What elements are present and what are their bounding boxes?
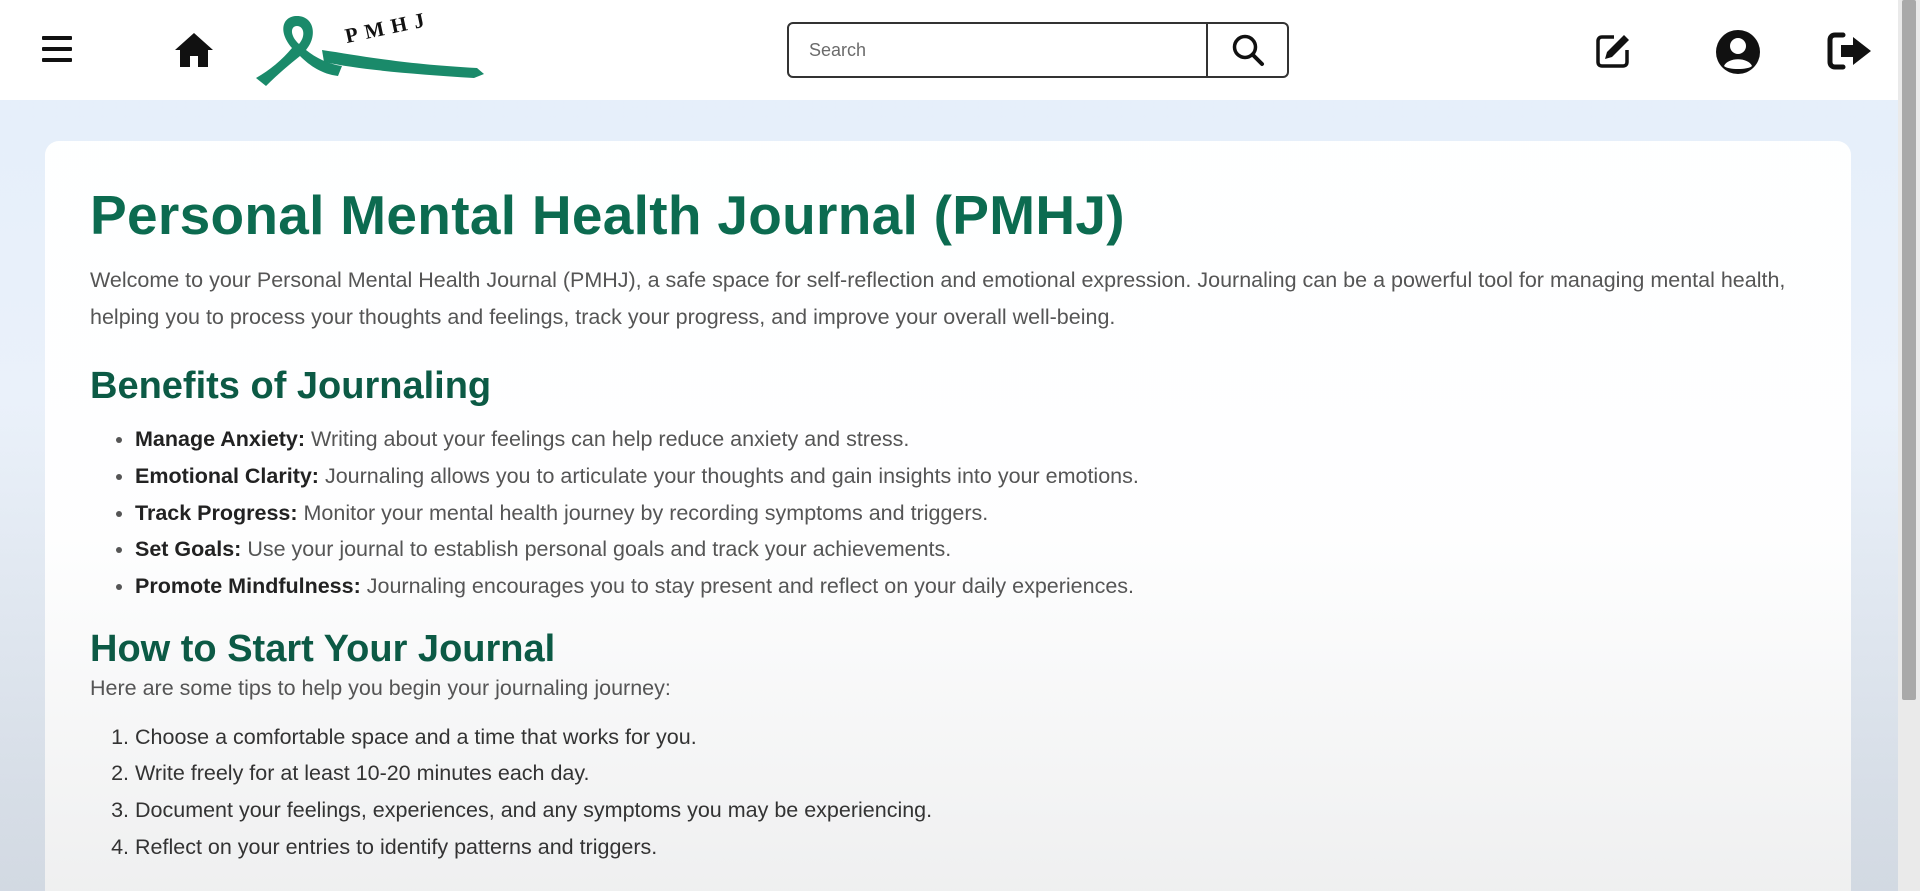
- home-icon: [175, 33, 213, 67]
- search-icon: [1232, 34, 1264, 66]
- benefit-text: Monitor your mental health journey by re…: [297, 500, 989, 525]
- benefits-heading: Benefits of Journaling: [90, 364, 492, 407]
- list-item: Promote Mindfulness: Journaling encourag…: [135, 568, 1806, 605]
- search-bar: [787, 22, 1289, 78]
- list-item: Manage Anxiety: Writing about your feeli…: [135, 421, 1806, 458]
- benefit-term: Set Goals:: [135, 537, 242, 562]
- list-item: Reflect on your entries to identify patt…: [135, 829, 1806, 866]
- menu-button[interactable]: [40, 32, 74, 66]
- list-item: Set Goals: Use your journal to establish…: [135, 531, 1806, 568]
- benefit-term: Track Progress:: [135, 500, 298, 525]
- benefit-term: Promote Mindfulness:: [135, 574, 361, 599]
- home-button[interactable]: [172, 28, 216, 72]
- benefit-term: Manage Anxiety:: [135, 427, 306, 452]
- profile-button[interactable]: [1714, 28, 1762, 76]
- benefits-list: Manage Anxiety: Writing about your feeli…: [90, 421, 1806, 605]
- start-heading: How to Start Your Journal: [90, 627, 556, 670]
- benefit-text: Journaling encourages you to stay presen…: [360, 574, 1135, 599]
- benefit-text: Writing about your feelings can help red…: [305, 427, 910, 452]
- new-entry-button[interactable]: [1592, 30, 1634, 72]
- top-navbar: PMHJ: [0, 0, 1898, 100]
- search-button[interactable]: [1208, 22, 1289, 78]
- list-item: Document your feelings, experiences, and…: [135, 792, 1806, 829]
- scrollbar-thumb[interactable]: [1902, 0, 1916, 700]
- page-scrollbar[interactable]: [1898, 0, 1920, 891]
- tips-list: Choose a comfortable space and a time th…: [90, 719, 1806, 866]
- benefit-term: Emotional Clarity:: [135, 464, 319, 488]
- list-item: Write freely for at least 10-20 minutes …: [135, 755, 1806, 792]
- intro-paragraph: Welcome to your Personal Mental Health J…: [90, 267, 1786, 329]
- user-circle-icon: [1716, 30, 1760, 74]
- tips-intro: Here are some tips to help you begin you…: [90, 675, 671, 700]
- edit-icon: [1596, 35, 1629, 68]
- logout-icon: [1827, 32, 1871, 70]
- list-item: Emotional Clarity: Journaling allows you…: [135, 458, 1806, 495]
- search-input[interactable]: [787, 22, 1208, 78]
- menu-icon: [42, 36, 72, 62]
- benefit-text: Use your journal to establish personal g…: [241, 537, 952, 562]
- logout-button[interactable]: [1826, 30, 1874, 72]
- list-item: Track Progress: Monitor your mental heal…: [135, 495, 1806, 532]
- list-item: Choose a comfortable space and a time th…: [135, 719, 1806, 756]
- logo[interactable]: PMHJ: [252, 6, 484, 90]
- benefit-text: Journaling allows you to articulate your…: [318, 464, 1139, 488]
- page-title: Personal Mental Health Journal (PMHJ): [90, 184, 1125, 246]
- content-card: Personal Mental Health Journal (PMHJ) We…: [45, 141, 1851, 891]
